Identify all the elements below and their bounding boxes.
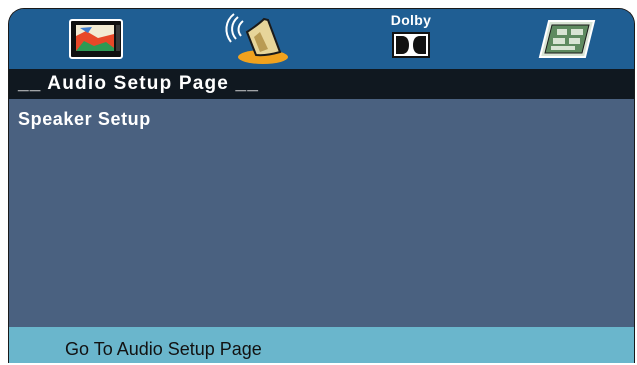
dolby-double-d-icon [392, 32, 430, 58]
preference-panel-icon [538, 20, 596, 58]
audio-setup-tab[interactable] [221, 9, 301, 69]
dolby-label: Dolby [390, 12, 432, 28]
setup-category-bar: Dolby [9, 9, 634, 69]
status-bar: Go To Audio Setup Page [9, 327, 634, 363]
setup-menu-window: Dolby __ Audio Setup Page __ Speaker Set… [8, 8, 635, 363]
dolby-setup-tab[interactable]: Dolby [379, 9, 443, 69]
page-title: __ Audio Setup Page __ [9, 69, 634, 99]
monitor-icon [69, 19, 123, 59]
menu-content-area: Speaker Setup [9, 99, 634, 327]
speaker-icon [225, 13, 288, 64]
preference-setup-tab[interactable] [537, 9, 597, 69]
general-setup-tab[interactable] [61, 9, 131, 69]
speaker-setup-item[interactable]: Speaker Setup [18, 109, 151, 130]
